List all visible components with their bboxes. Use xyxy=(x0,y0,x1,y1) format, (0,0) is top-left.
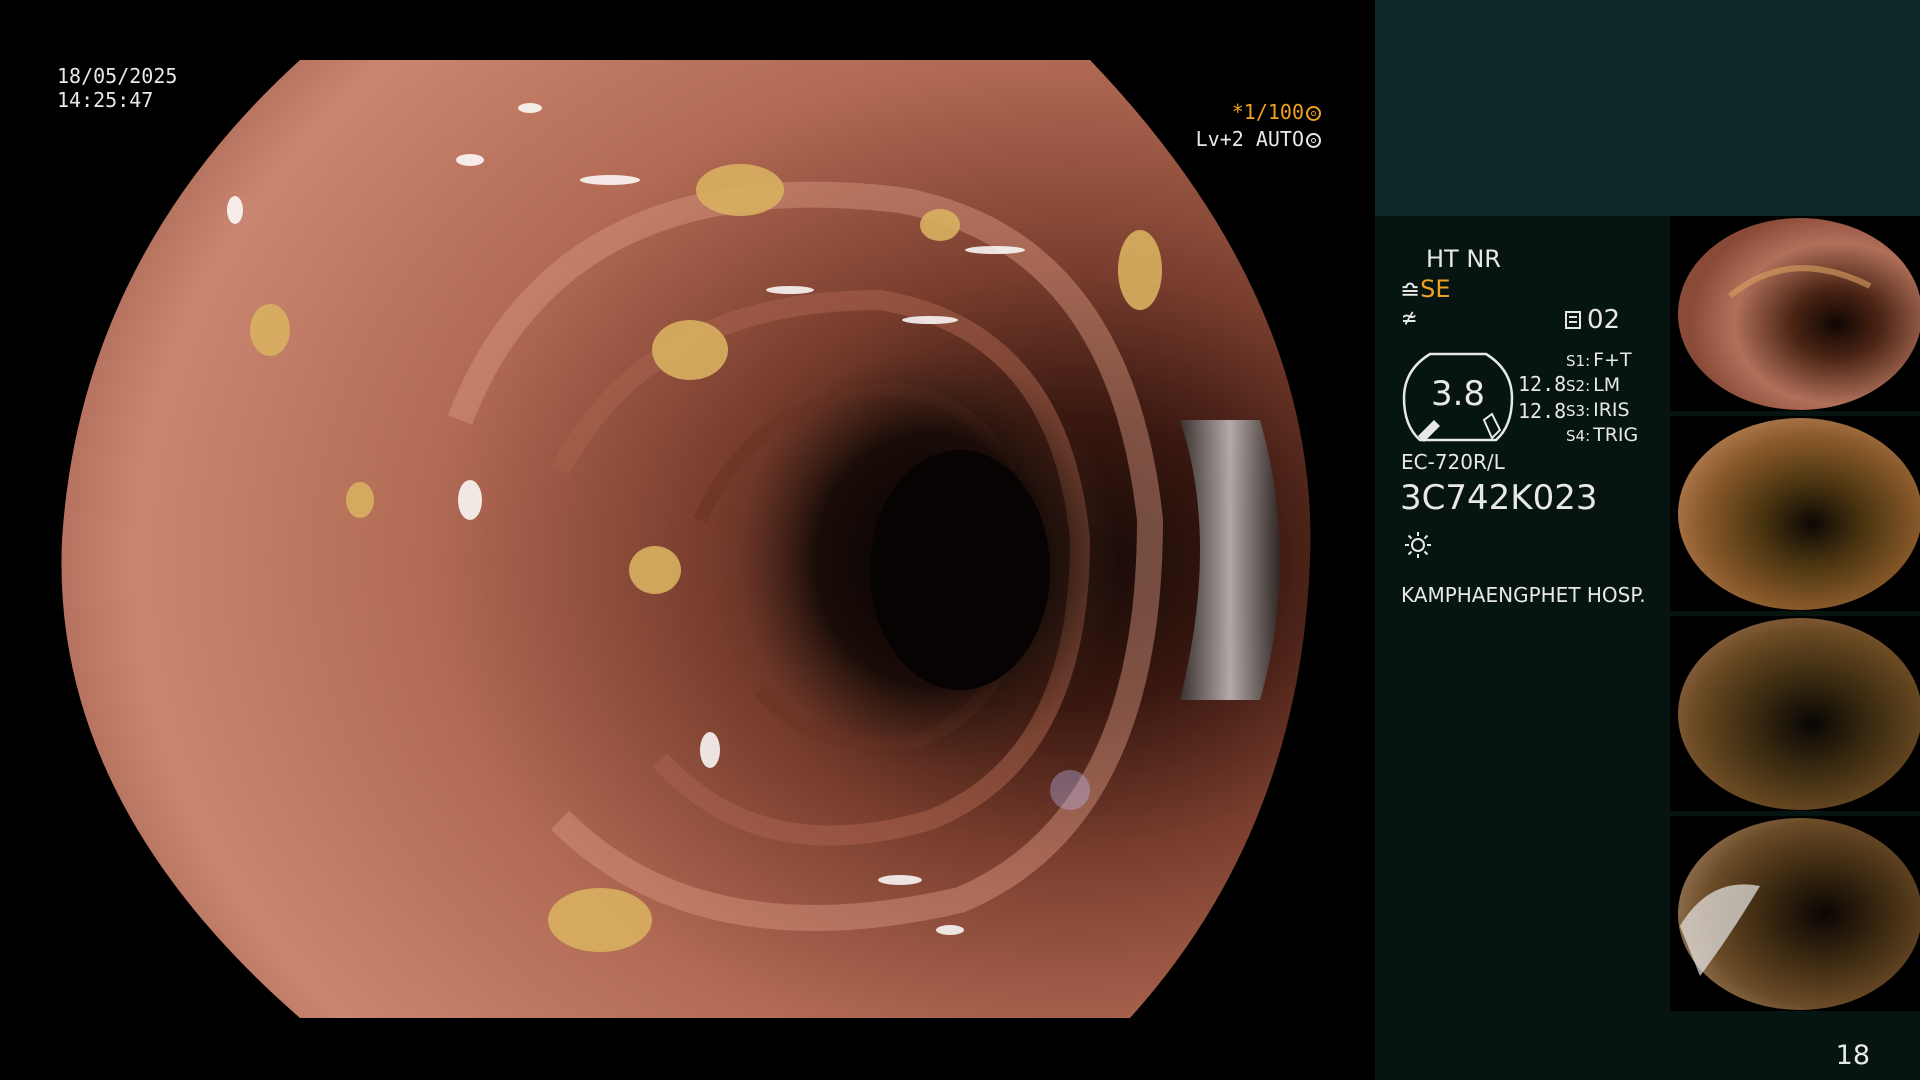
filter-icon: ≄ xyxy=(1402,304,1417,332)
page-number: 18 xyxy=(1835,1040,1870,1071)
endoscope-viewport: 18/05/2025 14:25:47 *1/100 Lv+2 AUTO xyxy=(0,0,1375,1080)
shutter-readout: *1/100 xyxy=(1232,100,1321,124)
panel-header-area xyxy=(1375,0,1920,216)
thumbnail-3[interactable] xyxy=(1670,616,1920,811)
capture-count: 02 xyxy=(1565,305,1620,335)
switch-value: LM xyxy=(1593,374,1621,396)
light-source-icon xyxy=(1405,532,1431,558)
aperture-icon xyxy=(1306,106,1321,121)
switch-3: S3: IRIS xyxy=(1566,398,1630,423)
thumbnail-4[interactable] xyxy=(1670,816,1920,1011)
thumbnail-2[interactable] xyxy=(1670,416,1920,611)
switch-key: S1: xyxy=(1566,352,1591,370)
capture-time: 14:25:47 xyxy=(57,88,154,112)
switch-value: IRIS xyxy=(1593,399,1630,421)
level-readout: Lv+2 AUTO xyxy=(1196,127,1321,151)
switch-key: S2: xyxy=(1566,377,1591,395)
thumbnail-image xyxy=(1678,818,1920,1010)
switch-key: S3: xyxy=(1566,402,1591,420)
shutter-speed: *1/100 xyxy=(1231,100,1304,124)
switch-1: S1: F+T xyxy=(1566,348,1632,373)
switch-value: F+T xyxy=(1593,349,1632,371)
gauge: 3.8 xyxy=(1400,350,1516,444)
auto-iris-icon xyxy=(1306,133,1321,148)
gauge-value: 3.8 xyxy=(1430,374,1486,414)
scope-model: EC-720R/L xyxy=(1401,450,1505,474)
capture-count-icon xyxy=(1565,311,1581,329)
capture-date: 18/05/2025 xyxy=(57,64,178,88)
switch-value: TRIG xyxy=(1593,424,1639,446)
thumbnail-image xyxy=(1678,218,1920,410)
exposure-level: Lv+2 AUTO xyxy=(1195,127,1304,151)
mode-line: HT NR xyxy=(1426,245,1501,273)
thumbnail-image xyxy=(1678,418,1920,610)
thumbnail-1[interactable] xyxy=(1670,216,1920,411)
side-value-2: 12.8 xyxy=(1518,399,1567,423)
side-value-1: 12.8 xyxy=(1518,372,1567,396)
capture-count-value: 02 xyxy=(1587,305,1621,335)
thumbnail-image xyxy=(1678,618,1920,810)
switch-4: S4: TRIG xyxy=(1566,423,1638,448)
enhancement-icon: ⪮ xyxy=(1400,275,1421,303)
endoscopic-image xyxy=(61,60,1311,1018)
switch-key: S4: xyxy=(1566,427,1591,445)
scope-serial: 3C742K023 xyxy=(1400,478,1598,518)
hospital-name: KAMPHAENGPHET HOSP. xyxy=(1401,583,1646,607)
switch-2: S2: LM xyxy=(1566,373,1620,398)
thumbnail-strip xyxy=(1670,216,1920,1016)
structure-enhancement-row: ⪮SE xyxy=(1400,275,1451,303)
se-label: SE xyxy=(1420,275,1451,303)
